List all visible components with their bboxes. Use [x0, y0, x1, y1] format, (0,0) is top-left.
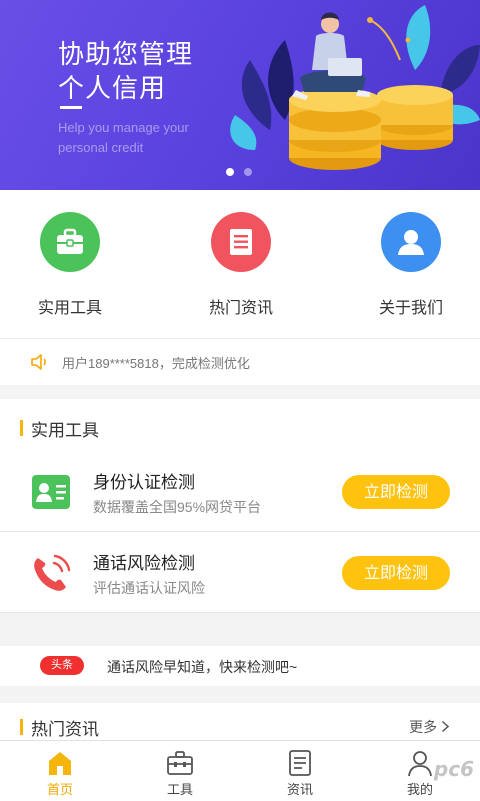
toolbox-icon: [40, 212, 100, 272]
watermark: pc6: [433, 757, 474, 781]
tab-home[interactable]: 首页: [0, 741, 120, 801]
more-link[interactable]: 更多: [409, 717, 450, 737]
chevron-right-icon: [441, 720, 450, 733]
tab-label-news: 资讯: [286, 782, 313, 797]
news-icon: [211, 212, 271, 272]
carousel-dot-2[interactable]: [244, 168, 252, 176]
person-icon: [408, 751, 432, 777]
user-icon: [381, 212, 441, 272]
banner-subtitle-line1: Help you manage your: [58, 120, 189, 135]
tool-item-call-risk[interactable]: 通话风险检测 评估通话认证风险 立即检测: [0, 532, 480, 613]
detect-identity-button[interactable]: 立即检测: [342, 475, 450, 509]
carousel-indicator[interactable]: [226, 168, 252, 176]
document-icon: [289, 750, 311, 776]
section-marker: [20, 719, 23, 735]
toolbox-icon: [167, 751, 193, 775]
tool-desc-call-risk: 评估通话认证风险: [93, 580, 205, 596]
quick-label-news: 热门资讯: [208, 300, 273, 317]
notice-text: 用户189****5818，完成检测优化: [62, 355, 250, 371]
notice-bar[interactable]: 用户189****5818，完成检测优化: [0, 339, 480, 385]
tab-tools[interactable]: 工具: [120, 741, 240, 801]
carousel-dot-1[interactable]: [226, 168, 234, 176]
section-marker: [20, 420, 23, 436]
bottom-tab-bar: 首页 工具 资讯 我的 pc6: [0, 740, 480, 801]
news-section-title: 热门资讯: [31, 720, 99, 739]
banner-illustration: [230, 5, 480, 170]
banner-title-line2: 个人信用: [58, 73, 167, 103]
banner-subtitle-line2: personal credit: [58, 140, 144, 155]
headline-badge: 头条: [40, 656, 84, 675]
banner-divider: [60, 106, 82, 109]
banner-carousel[interactable]: 协助您管理 个人信用 Help you manage your personal…: [0, 0, 480, 190]
tools-section-title: 实用工具: [31, 421, 99, 440]
quick-label-about: 关于我们: [378, 300, 443, 317]
phone-icon: [34, 554, 71, 591]
detect-call-risk-button[interactable]: 立即检测: [342, 556, 450, 590]
headline-text: 通话风险早知道，快来检测吧~: [107, 659, 298, 675]
quick-menu: 实用工具 热门资讯 关于我们: [0, 190, 480, 339]
more-label: 更多: [409, 719, 438, 735]
quick-item-tools[interactable]: 实用工具: [0, 212, 150, 318]
tab-label-tools: 工具: [166, 782, 193, 797]
id-card-icon: [32, 475, 70, 509]
home-icon: [49, 752, 71, 775]
headline-bar[interactable]: 头条 通话风险早知道，快来检测吧~: [0, 646, 480, 686]
tab-label-home: 首页: [46, 782, 73, 797]
tab-label-mine: 我的: [406, 782, 433, 797]
quick-item-news[interactable]: 热门资讯: [161, 212, 321, 318]
banner-title-line1: 协助您管理: [58, 39, 194, 69]
tool-desc-identity: 数据覆盖全国95%网贷平台: [93, 499, 262, 515]
tools-section-header: 实用工具: [0, 399, 480, 458]
tab-news[interactable]: 资讯: [240, 741, 360, 801]
tool-item-identity[interactable]: 身份认证检测 数据覆盖全国95%网贷平台 立即检测: [0, 451, 480, 532]
quick-label-tools: 实用工具: [37, 300, 102, 317]
speaker-icon: [31, 354, 46, 370]
quick-item-about[interactable]: 关于我们: [331, 212, 480, 318]
tool-title-identity: 身份认证检测: [93, 473, 195, 492]
tool-title-call-risk: 通话风险检测: [93, 554, 195, 573]
